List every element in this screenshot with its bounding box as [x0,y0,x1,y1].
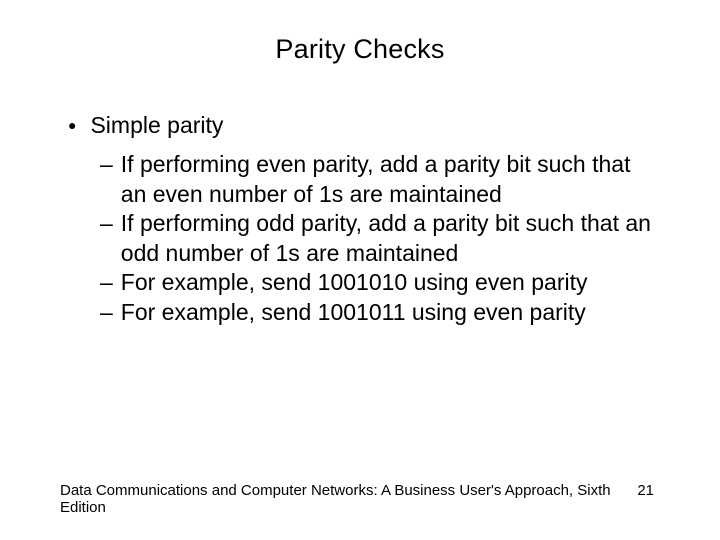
bullet-level1-text: Simple parity [90,111,223,140]
bullet-level2-text: For example, send 1001011 using even par… [121,298,660,327]
sub-bullet-list: – If performing even parity, add a parit… [100,150,660,327]
dash-icon: – [100,150,113,179]
dash-icon: – [100,268,113,297]
slide-footer: Data Communications and Computer Network… [60,482,660,516]
bullet-level2-text: If performing odd parity, add a parity b… [121,209,660,268]
bullet-level2-text: For example, send 1001010 using even par… [121,268,660,297]
bullet-level2: – For example, send 1001011 using even p… [100,298,660,327]
footer-source-text: Data Communications and Computer Network… [60,482,637,516]
bullet-dot-icon: ● [68,111,76,139]
dash-icon: – [100,209,113,238]
slide-content: ● Simple parity – If performing even par… [60,111,660,327]
page-number: 21 [637,482,654,499]
slide: Parity Checks ● Simple parity – If perfo… [0,0,720,540]
bullet-level1: ● Simple parity [68,111,660,140]
dash-icon: – [100,298,113,327]
bullet-level2: – For example, send 1001010 using even p… [100,268,660,297]
bullet-level2: – If performing even parity, add a parit… [100,150,660,209]
slide-title: Parity Checks [60,34,660,65]
bullet-level2: – If performing odd parity, add a parity… [100,209,660,268]
bullet-level2-text: If performing even parity, add a parity … [121,150,660,209]
